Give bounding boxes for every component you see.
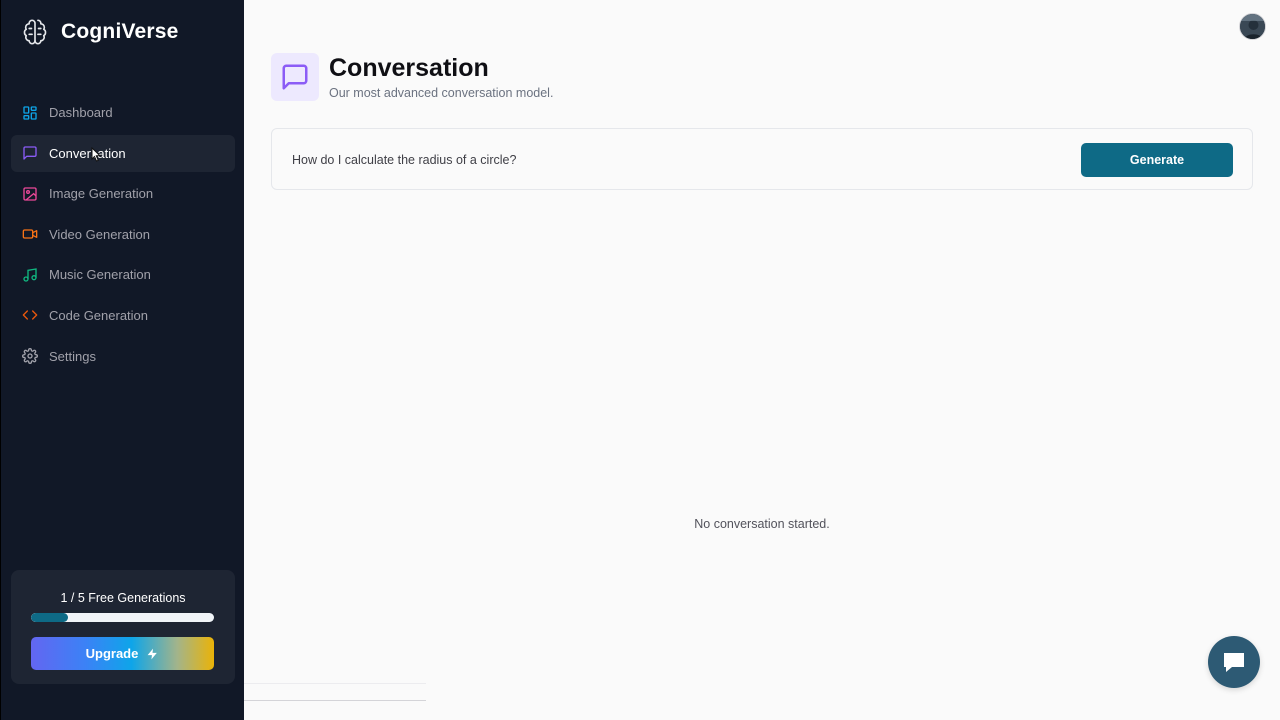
brand-name: CogniVerse — [61, 20, 179, 43]
prompt-input[interactable] — [292, 149, 1052, 171]
sidebar-item-label: Music Generation — [49, 267, 151, 283]
sidebar-item-video-generation[interactable]: Video Generation — [11, 216, 235, 253]
free-generations-card: 1 / 5 Free Generations Upgrade — [11, 570, 235, 684]
chat-bubble-icon — [1224, 653, 1244, 672]
progress-fill — [31, 613, 68, 622]
music-icon — [22, 267, 38, 283]
video-icon — [22, 226, 38, 242]
empty-conversation-message: No conversation started. — [694, 517, 830, 531]
zap-icon — [147, 648, 158, 659]
gear-icon — [22, 348, 38, 364]
brain-icon — [23, 19, 47, 45]
sidebar-item-label: Conversation — [49, 145, 126, 161]
sidebar-item-label: Video Generation — [49, 226, 150, 242]
sidebar: CogniVerse Dashboard Conversation Image … — [0, 0, 244, 720]
message-square-icon — [22, 145, 38, 161]
page-icon-box — [271, 53, 319, 101]
sidebar-item-label: Settings — [49, 348, 96, 364]
message-square-icon — [282, 64, 308, 90]
sidebar-item-code-generation[interactable]: Code Generation — [11, 297, 235, 334]
dashboard-grid-icon — [22, 105, 38, 121]
sidebar-nav: Dashboard Conversation Image Generation … — [11, 94, 235, 378]
prompt-form: Generate — [271, 128, 1253, 190]
brand[interactable]: CogniVerse — [21, 18, 179, 46]
divider — [244, 683, 426, 684]
sidebar-item-image-generation[interactable]: Image Generation — [11, 175, 235, 212]
code-icon — [22, 307, 38, 323]
sidebar-item-label: Code Generation — [49, 307, 149, 323]
sidebar-item-label: Image Generation — [49, 186, 154, 202]
user-avatar[interactable] — [1239, 13, 1266, 40]
divider — [244, 700, 426, 701]
upgrade-label: Upgrade — [85, 646, 139, 661]
chat-widget-button[interactable] — [1208, 636, 1260, 688]
free-generations-progress — [31, 613, 214, 622]
sidebar-item-dashboard[interactable]: Dashboard — [11, 94, 235, 131]
free-generations-counter: 1 / 5 Free Generations — [60, 591, 186, 605]
upgrade-button[interactable]: Upgrade — [31, 637, 214, 670]
mouse-cursor-icon — [91, 147, 102, 162]
generate-button[interactable]: Generate — [1081, 143, 1233, 177]
sidebar-item-music-generation[interactable]: Music Generation — [11, 256, 235, 293]
avatar-photo — [1240, 14, 1265, 39]
sidebar-item-label: Dashboard — [49, 105, 113, 120]
sidebar-item-settings[interactable]: Settings — [11, 338, 235, 375]
sidebar-item-conversation[interactable]: Conversation — [11, 134, 235, 172]
image-icon — [22, 186, 38, 202]
page-subtitle: Our most advanced conversation model. — [329, 86, 554, 100]
page-title: Conversation — [329, 54, 489, 82]
